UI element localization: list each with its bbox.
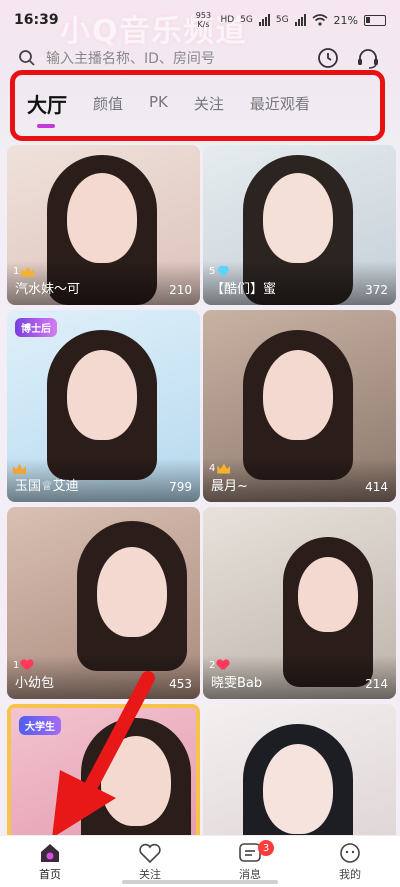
stream-card[interactable]: 4 晨月~ 414 (203, 310, 396, 502)
level-number: 1 (13, 266, 20, 277)
streamer-name: 小幼包 (15, 676, 55, 691)
level-number: 1 (13, 660, 20, 671)
viewer-count: 214 (365, 677, 388, 691)
level-badge: 4 (209, 463, 231, 474)
level-badge: 1 (13, 266, 35, 277)
nav-profile[interactable]: 我的 (300, 836, 400, 887)
streamer-name: 【酷们】蜜 (211, 282, 277, 297)
viewer-count: 372 (365, 283, 388, 297)
tab-looks[interactable]: 颜值 (93, 85, 123, 114)
level-badge: 5 (209, 266, 230, 277)
signal-icon (258, 14, 270, 26)
crown-icon (21, 266, 35, 277)
viewer-count: 414 (365, 480, 388, 494)
hd-label: HD (220, 15, 235, 25)
battery-percent: 21% (333, 13, 358, 27)
stream-card[interactable]: 2 晓雯Bab 214 (203, 507, 396, 699)
tab-pk[interactable]: PK (149, 85, 168, 111)
home-indicator (122, 880, 278, 884)
signal-icon-2 (294, 14, 306, 26)
history-button[interactable] (314, 44, 342, 72)
nav-home[interactable]: 首页 (0, 836, 100, 887)
stream-grid: 1 汽水妹～可 210 5 【酷们】蜜 372 博士后 玉国♕艾迪 799 4 … (0, 145, 400, 835)
wifi-icon (312, 14, 328, 26)
net-speed: 953 K/s (195, 11, 212, 29)
thumbnail-face (101, 736, 171, 826)
tab-recently-watched[interactable]: 最近观看 (250, 85, 310, 114)
level-number: 5 (209, 266, 216, 277)
thumbnail-face (97, 547, 167, 637)
streamer-name: 汽水妹～可 (15, 282, 81, 297)
heart-icon (217, 660, 229, 671)
level-badge (13, 464, 26, 474)
thumbnail-face (298, 557, 358, 632)
thumbnail-face (263, 173, 333, 263)
nav-profile-label: 我的 (339, 867, 361, 881)
level-number: 4 (209, 463, 216, 474)
streamer-name: 晨月~ (211, 479, 248, 494)
gem-icon (217, 266, 230, 277)
headset-icon (358, 49, 378, 69)
search-icon (19, 50, 35, 66)
stream-card[interactable]: 1 汽水妹～可 210 (7, 145, 200, 305)
streamer-name: 玉国♕艾迪 (15, 479, 79, 494)
battery-icon (364, 14, 386, 26)
network-5g-a: 5G (240, 15, 253, 25)
wing-icon (13, 464, 26, 474)
home-icon (41, 843, 59, 862)
stream-card[interactable]: 1 小幼包 453 (7, 507, 200, 699)
thumbnail-face (67, 173, 137, 263)
category-tabs: 大厅 颜值 PK 关注 最近观看 (27, 85, 377, 128)
stream-card[interactable]: 5 【酷们】蜜 372 (203, 145, 396, 305)
status-indicators: 953 K/s HD 5G 5G 21% (192, 11, 386, 29)
tab-hall[interactable]: 大厅 (27, 85, 67, 128)
message-count-badge: 3 (258, 840, 274, 856)
customer-service-button[interactable] (354, 44, 382, 72)
thumbnail-face (67, 350, 137, 440)
network-5g-b: 5G (275, 15, 289, 25)
level-number: 2 (209, 660, 216, 671)
clock-icon (318, 48, 338, 68)
level-badge: 1 (13, 660, 33, 671)
heart-icon (21, 660, 33, 671)
stream-card[interactable] (203, 704, 396, 835)
status-time: 16:39 (14, 12, 59, 28)
viewer-count: 453 (169, 677, 192, 691)
crown-icon (217, 463, 231, 474)
nav-home-label: 首页 (39, 867, 61, 881)
search-placeholder: 输入主播名称、ID、房间号 (46, 51, 215, 67)
title-badge: 大学生 (19, 716, 61, 735)
viewer-count: 799 (169, 480, 192, 494)
stream-card[interactable]: 博士后 玉国♕艾迪 799 (7, 310, 200, 502)
tab-following[interactable]: 关注 (194, 85, 224, 114)
status-bar: 16:39 953 K/s HD 5G 5G 21% (0, 0, 400, 40)
streamer-name: 晓雯Bab (211, 676, 263, 691)
profile-icon (340, 842, 360, 863)
title-badge: 博士后 (15, 318, 57, 337)
heart-outline-icon (139, 843, 161, 863)
viewer-count: 210 (169, 283, 192, 297)
thumbnail-face (263, 350, 333, 440)
level-badge: 2 (209, 660, 229, 671)
thumbnail-face (263, 744, 333, 834)
stream-card[interactable]: 大学生 (7, 704, 200, 835)
